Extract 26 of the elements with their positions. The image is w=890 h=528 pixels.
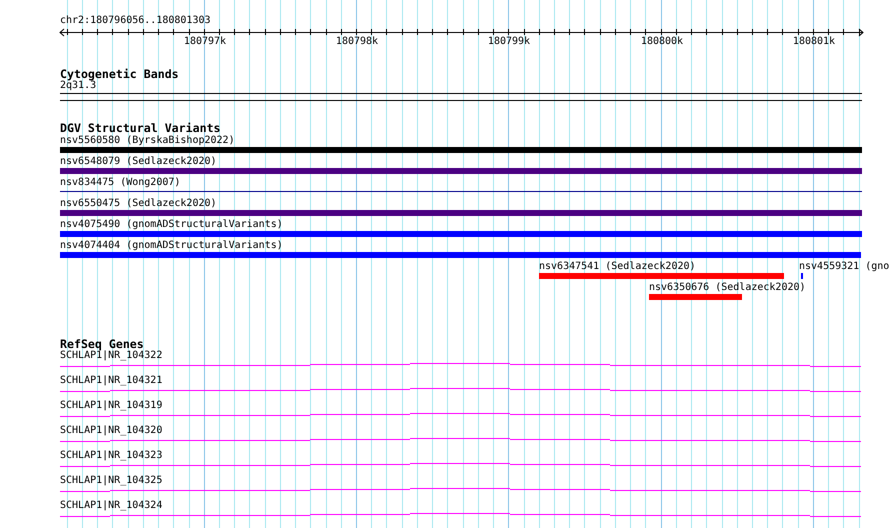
track-title: DGV Structural Variants [60, 122, 221, 134]
gene-label: SCHLAP1|NR_104321 [60, 375, 162, 386]
gene-label: SCHLAP1|NR_104325 [60, 475, 162, 486]
ruler-tick-label: 180798k [336, 36, 378, 47]
gene-label: SCHLAP1|NR_104323 [60, 450, 162, 461]
gene-label: SCHLAP1|NR_104324 [60, 500, 162, 511]
variant-label: nsv6350676 (Sedlazeck2020) [649, 282, 806, 293]
gene-label: SCHLAP1|NR_104319 [60, 400, 162, 411]
variant-label: nsv834475 (Wong2007) [60, 177, 180, 188]
ruler-tick-label: 180800k [640, 36, 684, 47]
gene-label: SCHLAP1|NR_104320 [60, 425, 162, 436]
ruler-location: chr2:180796056..180801303 [60, 15, 211, 26]
track-title: Cytogenetic Bands [60, 68, 179, 80]
variant-label: nsv6548079 (Sedlazeck2020) [60, 156, 217, 167]
variant-label: nsv5560580 (ByrskaBishop2022) [60, 135, 235, 146]
ruler-tick-label: 180799k [488, 36, 530, 47]
variant-label: nsv4074404 (gnomADStructuralVariants) [60, 240, 283, 251]
track-title: RefSeq Genes [60, 338, 144, 350]
ruler-tick-label: 180801k [792, 36, 836, 47]
ruler-tick-label: 180797k [184, 36, 226, 47]
variant-label: nsv6550475 (Sedlazeck2020) [60, 198, 217, 209]
variant-label: nsv4075490 (gnomADStructuralVariants) [60, 219, 283, 230]
gene-label: SCHLAP1|NR_104322 [60, 350, 162, 361]
band-label: 2q31.3 [60, 80, 96, 91]
variant-label: nsv6347541 (Sedlazeck2020) [539, 261, 696, 272]
variant-label: nsv4559321 (gno [799, 261, 890, 272]
